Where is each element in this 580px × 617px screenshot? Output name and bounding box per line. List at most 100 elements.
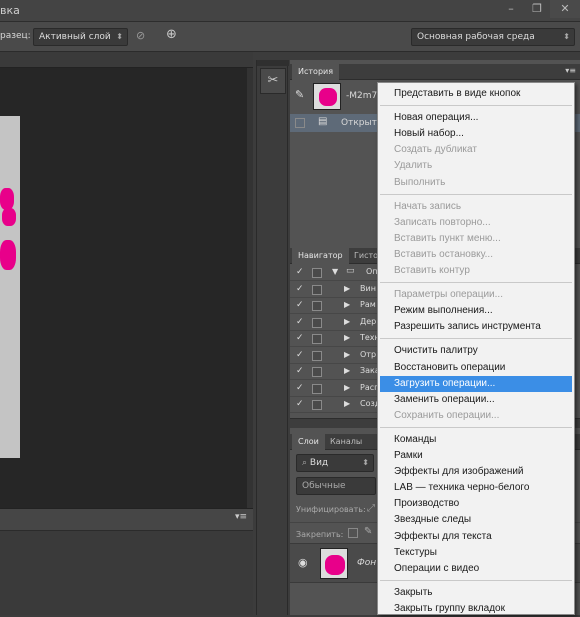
expand-triangle-icon[interactable]: ▶ <box>344 333 350 342</box>
menu-separator <box>380 193 572 195</box>
check-icon[interactable]: ✓ <box>296 284 304 294</box>
dialog-toggle-box[interactable] <box>312 367 322 377</box>
dialog-toggle-box[interactable] <box>312 317 322 328</box>
tab-history[interactable]: История <box>292 64 340 80</box>
pink-flower-shape <box>0 188 14 210</box>
action-row[interactable]: ✓ ▶ Зака <box>290 364 380 380</box>
menu-item[interactable]: Эффекты для текста <box>380 529 572 545</box>
check-icon[interactable]: ✓ <box>296 267 304 277</box>
dialog-toggle-box[interactable] <box>312 400 322 410</box>
expand-triangle-icon[interactable]: ▶ <box>344 366 350 375</box>
dialog-toggle-box[interactable] <box>312 301 322 311</box>
layer-filter-select[interactable]: ⌕ Вид ⬍ <box>296 454 374 472</box>
check-icon[interactable]: ✓ <box>296 300 304 310</box>
expand-triangle-icon[interactable]: ▶ <box>344 383 350 392</box>
restore-icon[interactable]: ❐ <box>526 0 548 18</box>
history-source-box[interactable] <box>295 118 305 128</box>
action-row[interactable]: ✓ ▼ ▭ Оп <box>290 265 378 281</box>
menu-separator <box>380 579 572 581</box>
lock-transparent-icon[interactable] <box>348 528 358 538</box>
dialog-toggle-box[interactable] <box>312 334 322 344</box>
menu-item[interactable]: Производство <box>380 496 572 512</box>
check-icon[interactable]: ✓ <box>296 366 304 376</box>
pressure-icon[interactable]: ⊕ <box>166 27 177 42</box>
dialog-toggle-box[interactable] <box>312 284 322 295</box>
action-row[interactable]: ✓ ▶ Техн <box>290 331 380 347</box>
sample-select[interactable]: Активный слой ⬍ <box>33 28 128 46</box>
action-row[interactable]: ✓ ▶ Созд <box>290 397 380 413</box>
title-bar: вка – ❐ ✕ <box>0 0 580 22</box>
menu-item[interactable]: Представить в виде кнопок <box>380 86 572 102</box>
tab-channels[interactable]: Каналы <box>324 434 368 450</box>
menu-item[interactable]: Новый набор... <box>380 126 572 142</box>
menu-item: Параметры операции... <box>394 289 503 301</box>
tab-layers[interactable]: Слои <box>292 434 325 450</box>
menu-item[interactable]: Закрыть <box>380 585 572 601</box>
menu-item[interactable]: Очистить палитру <box>380 343 572 359</box>
check-icon[interactable]: ✓ <box>296 383 304 393</box>
menu-separator <box>380 426 572 428</box>
dialog-toggle-box[interactable] <box>312 268 322 278</box>
collapse-triangle-icon[interactable]: ▼ <box>332 267 338 276</box>
blend-mode-value: Обычные <box>302 481 346 491</box>
history-step-label: Открыть <box>341 118 383 128</box>
dialog-toggle-box[interactable] <box>312 383 322 394</box>
menu-item[interactable]: Заменить операции... <box>380 392 572 408</box>
menu-item[interactable]: Загрузить операции... <box>380 375 572 392</box>
action-row[interactable]: ✓ ▶ Отр <box>290 348 377 364</box>
close-icon[interactable]: ✕ <box>550 0 580 18</box>
workspace-select[interactable]: Основная рабочая среда ⬍ <box>411 28 575 46</box>
check-icon[interactable]: ✓ <box>296 333 304 343</box>
updown-icon: ⬍ <box>116 32 123 41</box>
bottom-panel-header: ▾≡ <box>0 509 253 531</box>
expand-triangle-icon[interactable]: ▶ <box>344 300 350 309</box>
dock-grip[interactable] <box>257 60 289 66</box>
dialog-toggle-box[interactable] <box>312 350 322 361</box>
minimize-icon[interactable]: – <box>500 0 522 18</box>
menu-item: Вставить остановку... <box>394 248 493 260</box>
menu-item[interactable]: Восстановить операции <box>380 360 572 376</box>
action-row[interactable]: ✓ ▶ Дер <box>290 315 377 331</box>
expand-triangle-icon[interactable]: ▶ <box>344 317 350 326</box>
menu-item: Удалить <box>394 160 433 172</box>
tools-icon[interactable]: ✂ <box>260 68 286 94</box>
vertical-scrollbar[interactable] <box>247 68 253 508</box>
ignore-adjustments-icon[interactable]: ⊘ <box>136 29 145 42</box>
document-canvas[interactable] <box>0 68 253 508</box>
check-icon[interactable]: ✓ <box>296 350 304 360</box>
menu-item[interactable]: Эффекты для изображений <box>380 464 572 480</box>
check-icon[interactable]: ✓ <box>296 399 304 409</box>
lock-label: Закрепить: <box>296 530 344 539</box>
updown-icon: ⬍ <box>563 32 570 41</box>
expand-triangle-icon[interactable]: ▶ <box>344 350 350 359</box>
expand-triangle-icon[interactable]: ▶ <box>344 399 350 408</box>
action-label: Оп <box>366 267 378 276</box>
panel-menu-icon[interactable]: ▾≡ <box>565 66 576 75</box>
menu-item[interactable]: LAB — техника черно-белого <box>380 480 572 496</box>
menu-item[interactable]: Команды <box>380 432 572 448</box>
action-row[interactable]: ✓ ▶ Расп <box>290 381 379 397</box>
menu-item[interactable]: Текстуры <box>380 545 572 561</box>
action-row[interactable]: ✓ ▶ Рам <box>290 298 377 314</box>
menu-item[interactable]: Разрешить запись инструмента <box>380 319 572 335</box>
action-row[interactable]: ✓ ▶ Вин <box>290 282 377 298</box>
document-icon: ▤ <box>318 116 328 127</box>
workspace-select-value: Основная рабочая среда <box>417 32 535 42</box>
menu-item: Вставить контур <box>394 265 470 276</box>
lock-brush-icon[interactable]: ✎ <box>364 526 372 537</box>
menu-item[interactable]: Режим выполнения... <box>380 303 572 319</box>
tab-navigator[interactable]: Навигатор <box>292 248 349 264</box>
panel-menu-icon[interactable]: ▾≡ <box>235 512 247 522</box>
menu-separator <box>380 105 572 107</box>
menu-item[interactable]: Новая операция... <box>380 110 572 126</box>
menu-item[interactable]: Операции с видео <box>380 561 572 577</box>
check-icon[interactable]: ✓ <box>296 317 304 327</box>
menu-item: Начать запись <box>394 200 462 212</box>
menu-item[interactable]: Закрыть группу вкладок <box>380 601 572 617</box>
unify-position-icon[interactable]: ⤢ <box>367 503 375 514</box>
menu-item[interactable]: Рамки <box>380 448 572 464</box>
menu-item[interactable]: Звездные следы <box>380 512 572 528</box>
blend-mode-select[interactable]: Обычные <box>296 477 376 495</box>
eye-icon[interactable]: ◉ <box>298 556 308 569</box>
expand-triangle-icon[interactable]: ▶ <box>344 284 350 293</box>
